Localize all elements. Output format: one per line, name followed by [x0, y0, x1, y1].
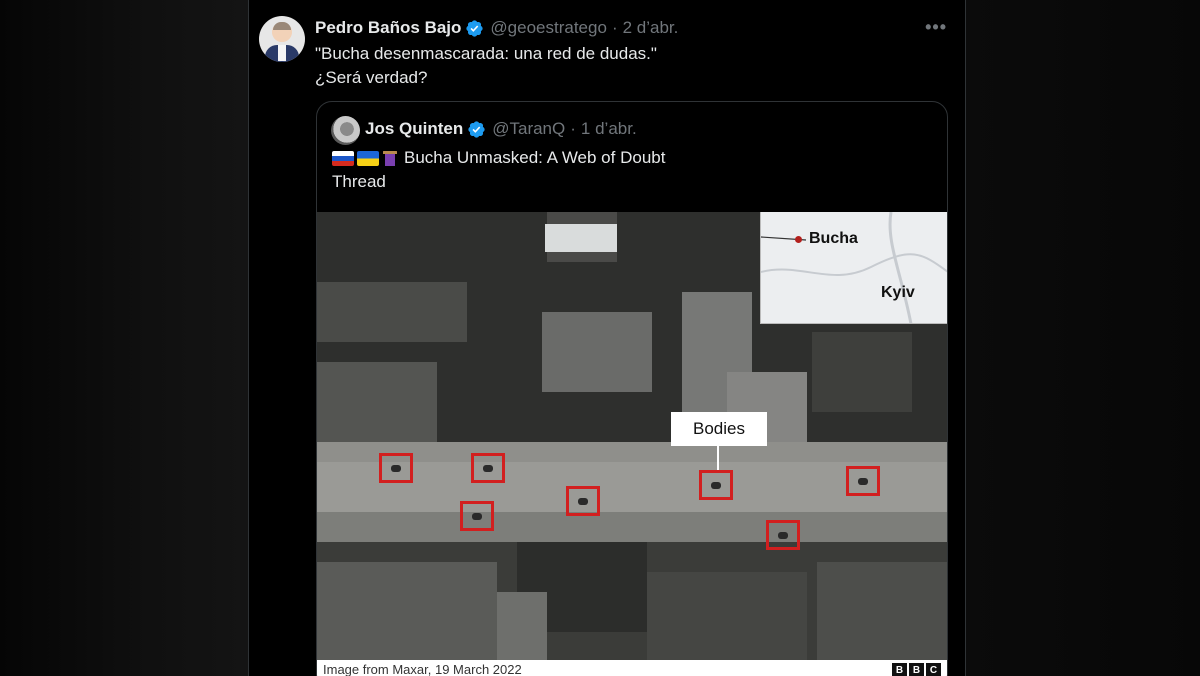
bbc-logo-letter: C — [926, 663, 941, 676]
quoted-header: Jos Quinten @TaranQ · 1 d’abr. — [365, 118, 637, 140]
highlight-box — [471, 453, 505, 483]
map-location-dot — [795, 236, 802, 243]
author-handle[interactable]: @geoestratego — [490, 18, 607, 38]
background-left — [0, 0, 248, 676]
quoted-author-handle: @TaranQ — [492, 119, 566, 138]
highlight-box — [846, 466, 880, 496]
highlight-box — [766, 520, 800, 550]
more-horizontal-icon[interactable]: ••• — [925, 17, 947, 38]
quoted-text-line: Thread — [332, 172, 386, 191]
quoted-title: Bucha Unmasked: A Web of Doubt — [404, 148, 666, 167]
bbc-logo-letter: B — [909, 663, 924, 676]
bbc-logo: B B C — [892, 663, 941, 676]
background-right — [966, 0, 1200, 676]
verified-badge-icon — [466, 19, 484, 37]
highlight-box — [379, 453, 413, 483]
quoted-text-line: Bucha Unmasked: A Web of Doubt — [332, 148, 665, 168]
quoted-time: 1 d’abr. — [580, 119, 637, 138]
highlight-box — [566, 486, 600, 516]
tweet-text: "Bucha desenmascarada: una red de dudas.… — [315, 42, 657, 90]
verified-badge-icon — [468, 120, 485, 138]
highlight-box — [460, 501, 494, 531]
author-avatar[interactable] — [259, 16, 305, 62]
tweet-text-line: ¿Será verdad? — [315, 68, 428, 87]
russia-flag-icon — [332, 150, 354, 166]
tweet-time[interactable]: 2 d’abr. — [623, 18, 679, 38]
bodies-label-pointer — [717, 446, 719, 470]
bbc-logo-letter: B — [892, 663, 907, 676]
location-map-inset: Bucha Kyiv — [760, 212, 947, 324]
satellite-image[interactable]: Bucha Kyiv Bodies Image from Maxar, 19 M… — [317, 212, 947, 676]
quoted-author-name: Jos Quinten — [365, 119, 464, 138]
quoted-tweet[interactable]: Jos Quinten @TaranQ · 1 d’abr. Bucha Unm… — [316, 101, 948, 676]
image-caption-bar: Image from Maxar, 19 March 2022 B B C — [317, 660, 947, 676]
spool-of-thread-icon — [382, 150, 398, 166]
bodies-label: Bodies — [671, 412, 767, 446]
quoted-author-avatar — [331, 116, 360, 145]
dot-separator: · — [611, 18, 618, 37]
ukraine-flag-icon — [357, 150, 379, 166]
tweet-column: Pedro Baños Bajo @geoestratego · 2 d’abr… — [248, 0, 966, 676]
map-label-bucha: Bucha — [809, 230, 858, 247]
image-caption: Image from Maxar, 19 March 2022 — [323, 662, 522, 676]
author-name[interactable]: Pedro Baños Bajo — [315, 18, 461, 38]
map-label-kyiv: Kyiv — [881, 284, 915, 301]
tweet-text-line: "Bucha desenmascarada: una red de dudas.… — [315, 44, 657, 63]
dot-separator: · — [570, 119, 576, 138]
highlight-box — [699, 470, 733, 500]
tweet-header: Pedro Baños Bajo @geoestratego · 2 d’abr… — [315, 17, 678, 39]
